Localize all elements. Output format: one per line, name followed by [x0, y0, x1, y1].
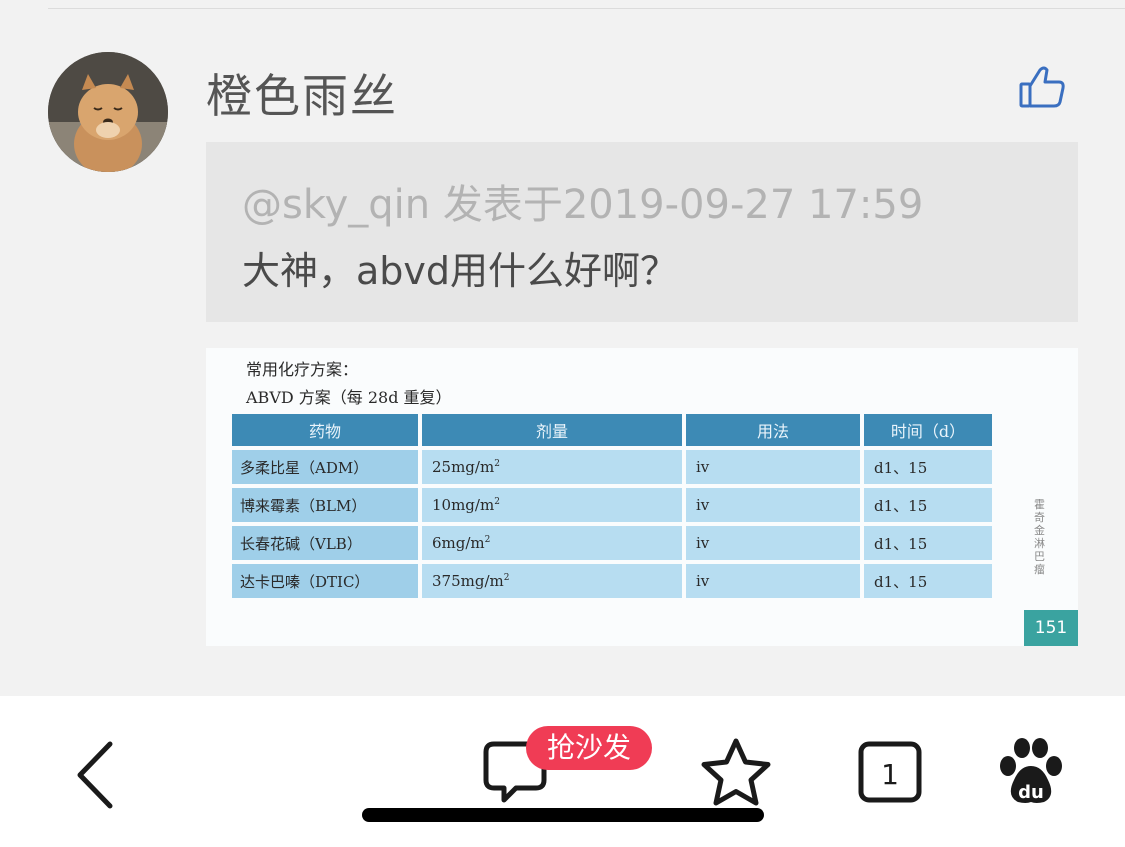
- cell-drug: 多柔比星（ADM）: [232, 450, 418, 484]
- home-indicator[interactable]: [362, 808, 764, 822]
- baidu-paw-icon[interactable]: du: [996, 736, 1066, 806]
- sofa-badge[interactable]: 抢沙发: [526, 726, 652, 770]
- table-row: 达卡巴嗪（DTIC） 375mg/m2 iv d1、15: [232, 564, 992, 598]
- back-arrow-icon[interactable]: [68, 740, 128, 810]
- divider: [48, 8, 1125, 9]
- attached-image[interactable]: 常用化疗方案： ABVD 方案（每 28d 重复） 药物 剂量 用法 时间（d）…: [206, 348, 1078, 646]
- tabs-icon[interactable]: 1: [856, 740, 924, 804]
- image-caption-regimen: ABVD 方案（每 28d 重复）: [246, 388, 452, 407]
- header-drug: 药物: [232, 414, 418, 446]
- header-route: 用法: [686, 414, 860, 446]
- cell-dose: 10mg/m2: [422, 488, 682, 522]
- star-icon[interactable]: [698, 736, 774, 810]
- header-dose: 剂量: [422, 414, 682, 446]
- cell-time: d1、15: [864, 564, 992, 598]
- regimen-table: 药物 剂量 用法 时间（d） 多柔比星（ADM） 25mg/m2 iv d1、1…: [228, 410, 996, 602]
- cell-time: d1、15: [864, 526, 992, 560]
- cell-drug: 达卡巴嗪（DTIC）: [232, 564, 418, 598]
- baidu-text: du: [1018, 782, 1044, 803]
- cell-drug: 博来霉素（BLM）: [232, 488, 418, 522]
- cell-route: iv: [686, 564, 860, 598]
- cell-drug: 长春花碱（VLB）: [232, 526, 418, 560]
- cell-dose: 375mg/m2: [422, 564, 682, 598]
- username[interactable]: 橙色雨丝: [206, 60, 398, 126]
- image-caption-title: 常用化疗方案：: [246, 360, 359, 379]
- thumbs-up-icon[interactable]: [1016, 62, 1068, 112]
- cell-route: iv: [686, 526, 860, 560]
- quoted-reply: @sky_qin 发表于2019-09-27 17:59 大神，abvd用什么好…: [206, 142, 1078, 322]
- tab-count: 1: [881, 758, 899, 791]
- cell-dose: 25mg/m2: [422, 450, 682, 484]
- quote-text: 大神，abvd用什么好啊？: [242, 249, 679, 293]
- quote-meta: @sky_qin 发表于2019-09-27 17:59: [242, 182, 924, 228]
- cell-route: iv: [686, 450, 860, 484]
- cell-dose: 6mg/m2: [422, 526, 682, 560]
- table-row: 博来霉素（BLM） 10mg/m2 iv d1、15: [232, 488, 992, 522]
- table-row: 多柔比星（ADM） 25mg/m2 iv d1、15: [232, 450, 992, 484]
- cell-route: iv: [686, 488, 860, 522]
- header-time: 时间（d）: [864, 414, 992, 446]
- page-number: 151: [1024, 610, 1078, 646]
- cell-time: d1、15: [864, 488, 992, 522]
- cell-time: d1、15: [864, 450, 992, 484]
- bottom-toolbar: [0, 696, 1125, 847]
- avatar[interactable]: [48, 52, 168, 172]
- table-row: 长春花碱（VLB） 6mg/m2 iv d1、15: [232, 526, 992, 560]
- side-chapter-label: 霍奇金淋巴瘤: [1034, 498, 1045, 576]
